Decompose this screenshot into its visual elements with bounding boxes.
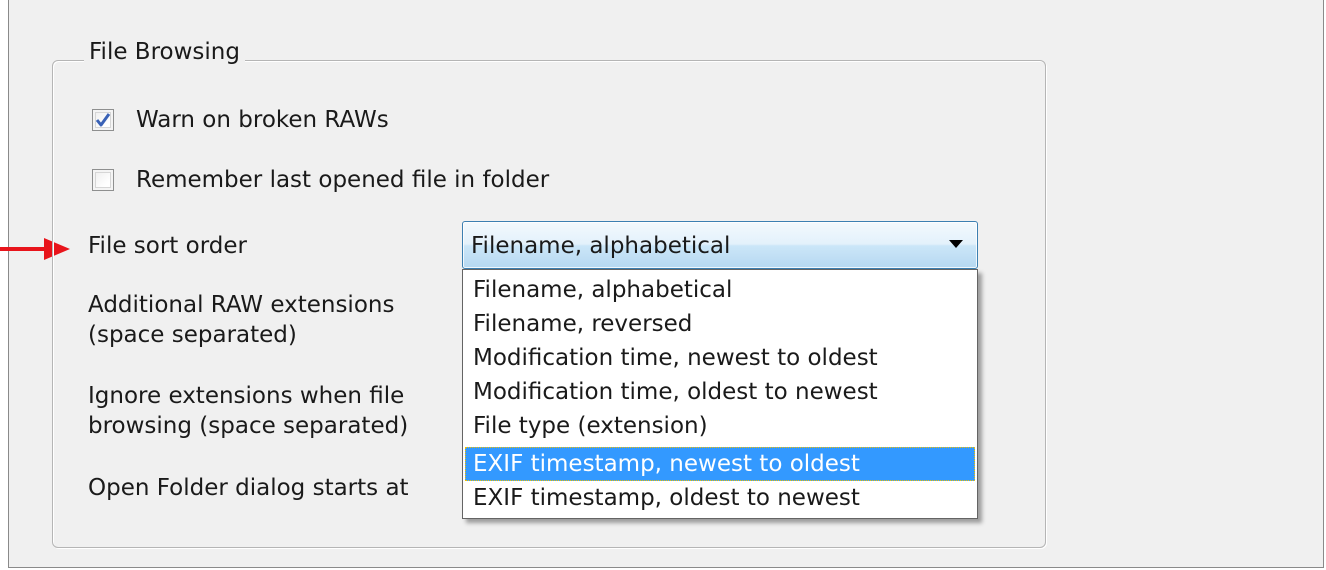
checkbox-box[interactable]	[92, 109, 114, 131]
select-value[interactable]: Filename, alphabetical	[471, 230, 730, 262]
file-sort-order-label: File sort order	[88, 233, 247, 259]
raw-extensions-label-line1: Additional RAW extensions	[88, 292, 395, 318]
ignore-extensions-label-line1: Ignore extensions when file	[88, 383, 405, 409]
chevron-down-icon[interactable]	[949, 240, 963, 248]
group-title: File Browsing	[84, 36, 245, 68]
file-sort-order-select[interactable]: Filename, alphabetical	[462, 221, 978, 269]
ignore-extensions-label-line2: browsing (space separated)	[88, 413, 409, 439]
open-folder-label: Open Folder dialog starts at	[88, 475, 409, 501]
dropdown-option[interactable]: EXIF timestamp, oldest to newest	[465, 481, 975, 515]
checkbox-label[interactable]: Remember last opened file in folder	[136, 164, 549, 196]
dropdown-option[interactable]: Modification time, newest to oldest	[465, 341, 975, 375]
dropdown-option[interactable]: Modification time, oldest to newest	[465, 375, 975, 409]
raw-extensions-label-line2: (space separated)	[88, 322, 297, 348]
dropdown-option[interactable]: Filename, alphabetical	[465, 273, 975, 307]
dropdown-option[interactable]: Filename, reversed	[465, 307, 975, 341]
checkbox-box[interactable]	[92, 169, 114, 191]
check-mark-icon	[95, 113, 111, 127]
checkbox-label[interactable]: Warn on broken RAWs	[136, 104, 389, 136]
dropdown-option[interactable]: File type (extension)	[465, 409, 975, 443]
sort-order-dropdown-list[interactable]: Filename, alphabetical Filename, reverse…	[462, 269, 978, 519]
dropdown-option-highlighted[interactable]: EXIF timestamp, newest to oldest	[465, 447, 975, 481]
